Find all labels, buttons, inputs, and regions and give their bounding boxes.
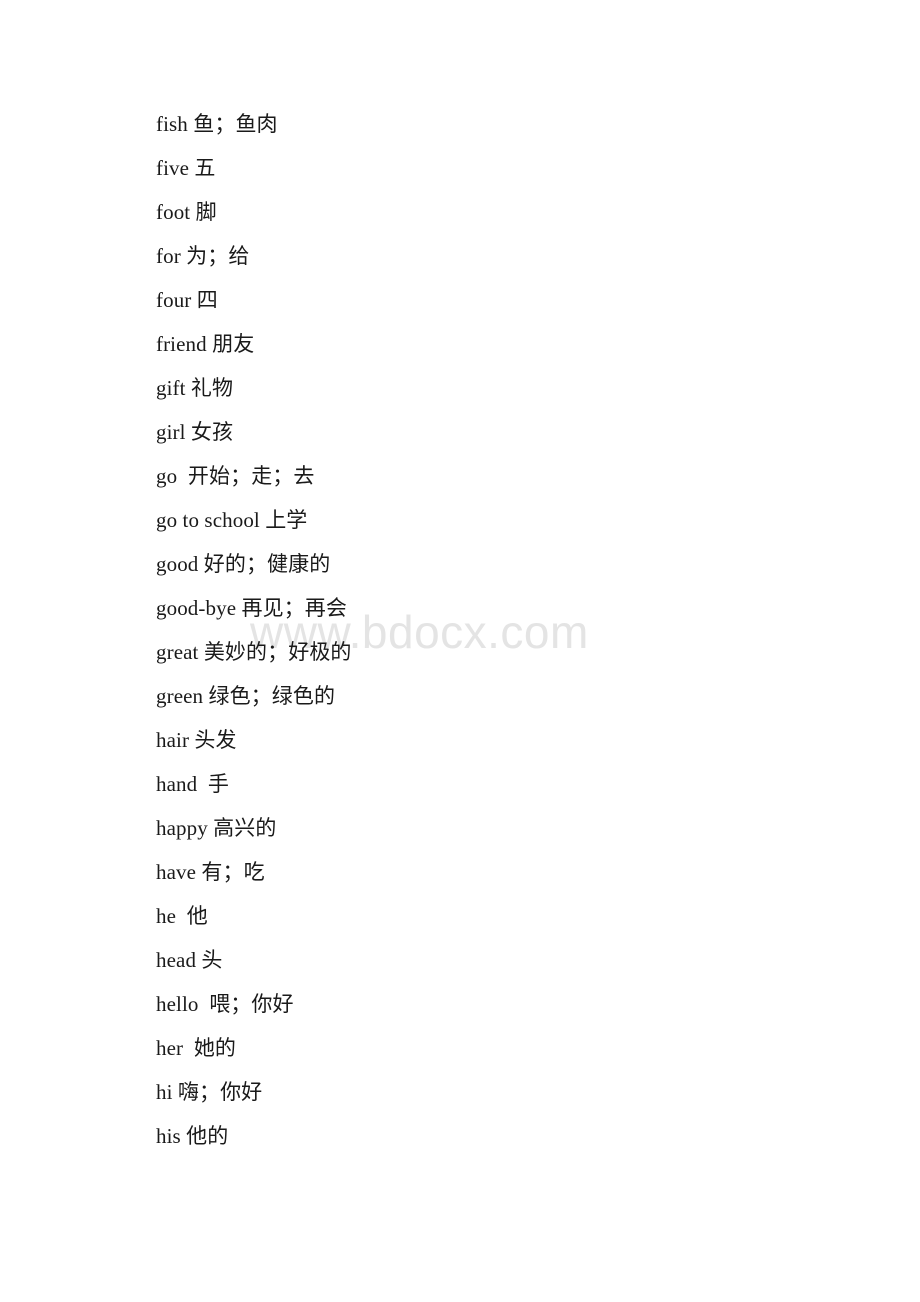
vocabulary-entry-text: for 为；给 bbox=[156, 244, 250, 268]
vocabulary-entry-text: hi 嗨；你好 bbox=[156, 1080, 263, 1104]
vocabulary-entry-text: girl 女孩 bbox=[156, 420, 234, 444]
list-item: hi 嗨；你好 bbox=[156, 1070, 856, 1114]
vocabulary-entry-text: he 他 bbox=[156, 904, 208, 928]
vocabulary-entry-list: fish 鱼；鱼肉 five 五 foot 脚 for 为；给 four 四 f… bbox=[156, 102, 856, 1158]
list-item: her 她的 bbox=[156, 1026, 856, 1070]
list-item: hand 手 bbox=[156, 762, 856, 806]
list-item: happy 高兴的 bbox=[156, 806, 856, 850]
vocabulary-entry-text: hand 手 bbox=[156, 772, 230, 796]
list-item: green 绿色；绿色的 bbox=[156, 674, 856, 718]
list-item: fish 鱼；鱼肉 bbox=[156, 102, 856, 146]
vocabulary-entry-text: head 头 bbox=[156, 948, 223, 972]
list-item: go 开始；走；去 bbox=[156, 454, 856, 498]
vocabulary-entry-text: four 四 bbox=[156, 288, 218, 312]
vocabulary-entry-text: his 他的 bbox=[156, 1124, 229, 1148]
vocabulary-entry-text: fish 鱼；鱼肉 bbox=[156, 112, 278, 136]
list-item: good 好的；健康的 bbox=[156, 542, 856, 586]
vocabulary-entry-text: green 绿色；绿色的 bbox=[156, 684, 336, 708]
vocabulary-entry-text: gift 礼物 bbox=[156, 376, 234, 400]
vocabulary-entry-text: friend 朋友 bbox=[156, 332, 255, 356]
vocabulary-entry-text: go 开始；走；去 bbox=[156, 464, 315, 488]
vocabulary-entry-text: her 她的 bbox=[156, 1036, 237, 1060]
vocabulary-entry-text: good 好的；健康的 bbox=[156, 552, 331, 576]
list-item: have 有；吃 bbox=[156, 850, 856, 894]
document-page: www.bdocx.com fish 鱼；鱼肉 five 五 foot 脚 fo… bbox=[0, 0, 920, 1302]
vocabulary-entry-text: hello 喂；你好 bbox=[156, 992, 294, 1016]
list-item: head 头 bbox=[156, 938, 856, 982]
list-item: five 五 bbox=[156, 146, 856, 190]
list-item: good-bye 再见；再会 bbox=[156, 586, 856, 630]
list-item: go to school 上学 bbox=[156, 498, 856, 542]
list-item: he 他 bbox=[156, 894, 856, 938]
vocabulary-entry-text: great 美妙的；好极的 bbox=[156, 640, 352, 664]
list-item: friend 朋友 bbox=[156, 322, 856, 366]
list-item: hair 头发 bbox=[156, 718, 856, 762]
vocabulary-entry-text: happy 高兴的 bbox=[156, 816, 277, 840]
vocabulary-entry-text: good-bye 再见；再会 bbox=[156, 596, 347, 620]
list-item: gift 礼物 bbox=[156, 366, 856, 410]
list-item: four 四 bbox=[156, 278, 856, 322]
list-item: great 美妙的；好极的 bbox=[156, 630, 856, 674]
list-item: for 为；给 bbox=[156, 234, 856, 278]
vocabulary-entry-text: five 五 bbox=[156, 156, 216, 180]
vocabulary-entry-text: have 有；吃 bbox=[156, 860, 265, 884]
vocabulary-entry-text: hair 头发 bbox=[156, 728, 237, 752]
vocabulary-entry-text: foot 脚 bbox=[156, 200, 217, 224]
list-item: hello 喂；你好 bbox=[156, 982, 856, 1026]
list-item: foot 脚 bbox=[156, 190, 856, 234]
list-item: his 他的 bbox=[156, 1114, 856, 1158]
vocabulary-entry-text: go to school 上学 bbox=[156, 508, 308, 532]
list-item: girl 女孩 bbox=[156, 410, 856, 454]
